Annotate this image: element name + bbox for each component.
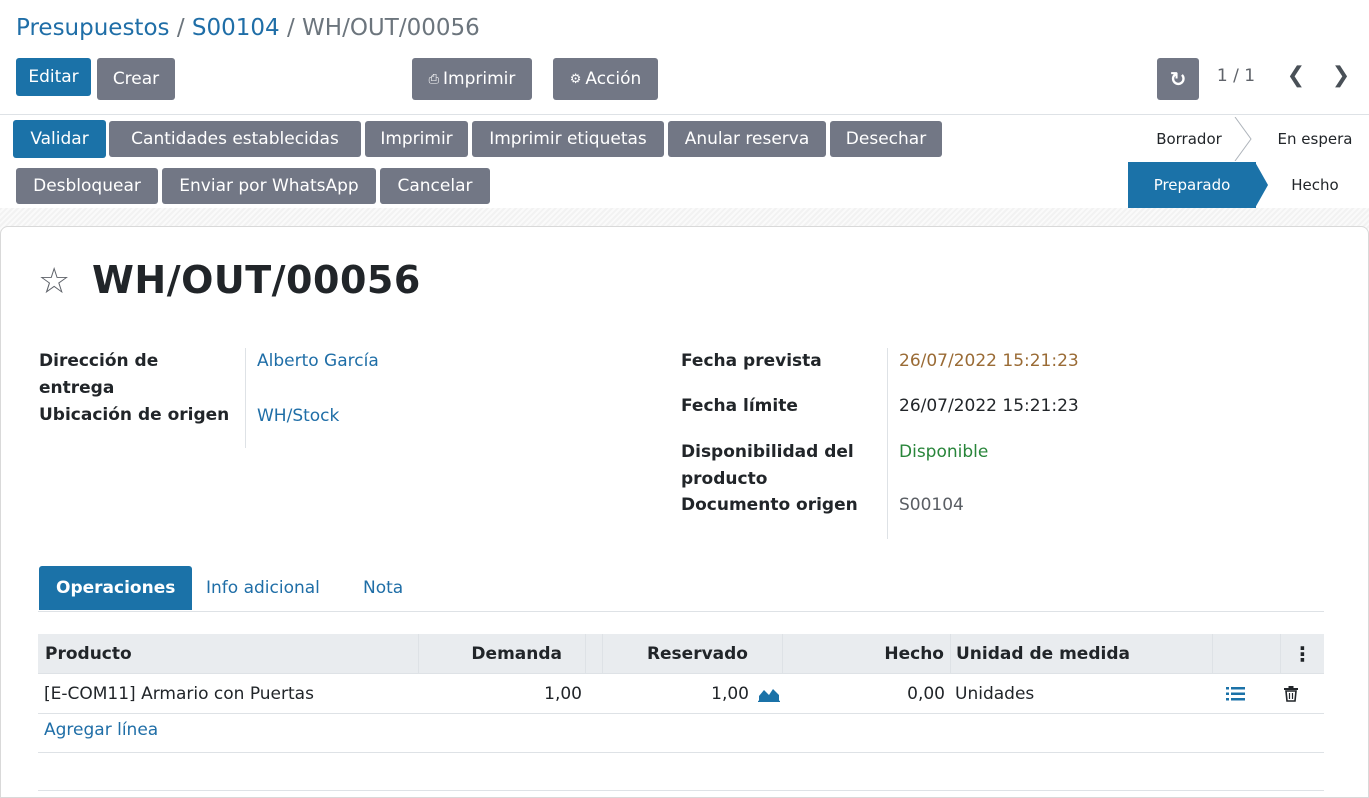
statusbar: Validar Cantidades establecidas Imprimir…: [0, 114, 1369, 208]
vertical-dots-icon[interactable]: ⋮: [1281, 634, 1324, 674]
action-dropdown-label: Acción: [585, 69, 642, 89]
column-header-done[interactable]: Hecho: [783, 634, 951, 674]
edit-button[interactable]: Editar: [16, 58, 91, 96]
set-quantities-button[interactable]: Cantidades establecidas: [109, 121, 361, 157]
create-button[interactable]: Crear: [97, 58, 175, 100]
record-title: WH/OUT/00056: [92, 258, 421, 302]
table-row[interactable]: [E-COM11] Armario con Puertas 1,00 1,00 …: [38, 675, 1324, 714]
pager-previous-button[interactable]: ❮: [1285, 62, 1307, 90]
add-line-link[interactable]: Agregar línea: [44, 720, 158, 740]
column-header-product[interactable]: Producto: [38, 634, 419, 674]
breadcrumb-separator: /: [176, 15, 185, 41]
delivery-address-label: Dirección de entrega: [39, 351, 159, 398]
star-icon[interactable]: ☆: [38, 264, 70, 300]
right-group-divider: [887, 348, 888, 539]
column-header-actions: [1213, 634, 1281, 674]
chevron-left-icon: ❮: [1286, 63, 1306, 88]
tab-additional-info[interactable]: Info adicional: [189, 566, 337, 610]
source-location-label: Ubicación de origen: [39, 405, 230, 425]
print-dropdown-label: Imprimir: [443, 69, 516, 89]
print-labels-button[interactable]: Imprimir etiquetas: [472, 121, 664, 157]
source-document-label: Documento origen: [681, 495, 858, 515]
breadcrumb-separator: /: [286, 15, 295, 41]
source-location-field[interactable]: WH/Stock: [257, 403, 339, 430]
cell-demand[interactable]: 1,00: [419, 675, 582, 714]
chevron-right-icon: ❯: [1331, 63, 1351, 88]
breadcrumb-item-order[interactable]: S00104: [192, 15, 280, 41]
print-dropdown-button[interactable]: ⎙ Imprimir: [412, 58, 532, 100]
scheduled-date-field[interactable]: 26/07/2022 15:21:23: [899, 348, 1079, 375]
tab-operations[interactable]: Operaciones: [39, 566, 193, 610]
cancel-button[interactable]: Cancelar: [380, 168, 490, 204]
scrap-button[interactable]: Desechar: [830, 121, 942, 157]
validate-button[interactable]: Validar: [13, 120, 106, 158]
breadcrumb: Presupuestos / S00104 / WH/OUT/00056: [16, 12, 480, 44]
column-header-uom[interactable]: Unidad de medida: [951, 634, 1213, 674]
refresh-icon: ↻: [1169, 67, 1187, 91]
gear-icon: ⚙: [569, 72, 582, 87]
left-group-divider: [245, 348, 246, 448]
control-panel: Presupuestos / S00104 / WH/OUT/00056 Edi…: [0, 0, 1369, 114]
delivery-address-field[interactable]: Alberto García: [257, 348, 379, 375]
stage-divider-icon: [1234, 117, 1252, 161]
area-chart-icon[interactable]: [758, 686, 780, 702]
availability-label: Disponibilidad del producto: [681, 442, 854, 489]
cell-done[interactable]: 0,00: [783, 675, 945, 714]
breadcrumb-item-quotations[interactable]: Presupuestos: [16, 15, 170, 41]
print-button[interactable]: Imprimir: [365, 121, 468, 157]
unlock-button[interactable]: Desbloquear: [16, 168, 158, 204]
send-whatsapp-button[interactable]: Enviar por WhatsApp: [162, 168, 376, 204]
action-dropdown-button[interactable]: ⚙ Acción: [553, 58, 658, 100]
stage-active-arrow-icon: [1255, 162, 1268, 208]
breadcrumb-current: WH/OUT/00056: [302, 15, 480, 41]
tabs-underline: [38, 611, 1324, 612]
list-icon[interactable]: [1226, 687, 1246, 701]
stage-waiting[interactable]: En espera: [1262, 121, 1368, 157]
availability-field: Disponible: [899, 442, 989, 462]
column-header-spacer: [586, 634, 603, 674]
unreserve-button[interactable]: Anular reserva: [668, 121, 826, 157]
stage-done[interactable]: Hecho: [1272, 162, 1358, 208]
tab-note[interactable]: Nota: [346, 566, 420, 610]
pager-value[interactable]: 1 / 1: [1212, 66, 1260, 86]
cell-reserved: 1,00: [711, 684, 749, 704]
cell-product[interactable]: [E-COM11] Armario con Puertas: [44, 675, 314, 714]
stage-draft[interactable]: Borrador: [1140, 121, 1238, 157]
column-header-demand[interactable]: Demanda: [419, 634, 586, 674]
table-divider: [38, 790, 1324, 791]
scheduled-date-label: Fecha prevista: [681, 351, 822, 371]
stage-ready[interactable]: Preparado: [1128, 162, 1256, 208]
table-header: Producto Demanda Reservado Hecho Unidad …: [38, 634, 1324, 674]
table-divider: [38, 752, 1324, 753]
pager-next-button[interactable]: ❯: [1330, 62, 1352, 90]
deadline-label: Fecha límite: [681, 396, 798, 416]
source-document-field[interactable]: S00104: [899, 492, 964, 519]
deadline-field: 26/07/2022 15:21:23: [899, 396, 1079, 416]
column-header-reserved[interactable]: Reservado: [603, 634, 783, 674]
refresh-button[interactable]: ↻: [1157, 58, 1199, 100]
trash-icon[interactable]: [1284, 686, 1298, 702]
cell-uom[interactable]: Unidades: [955, 675, 1034, 714]
print-icon: ⎙: [428, 72, 440, 87]
